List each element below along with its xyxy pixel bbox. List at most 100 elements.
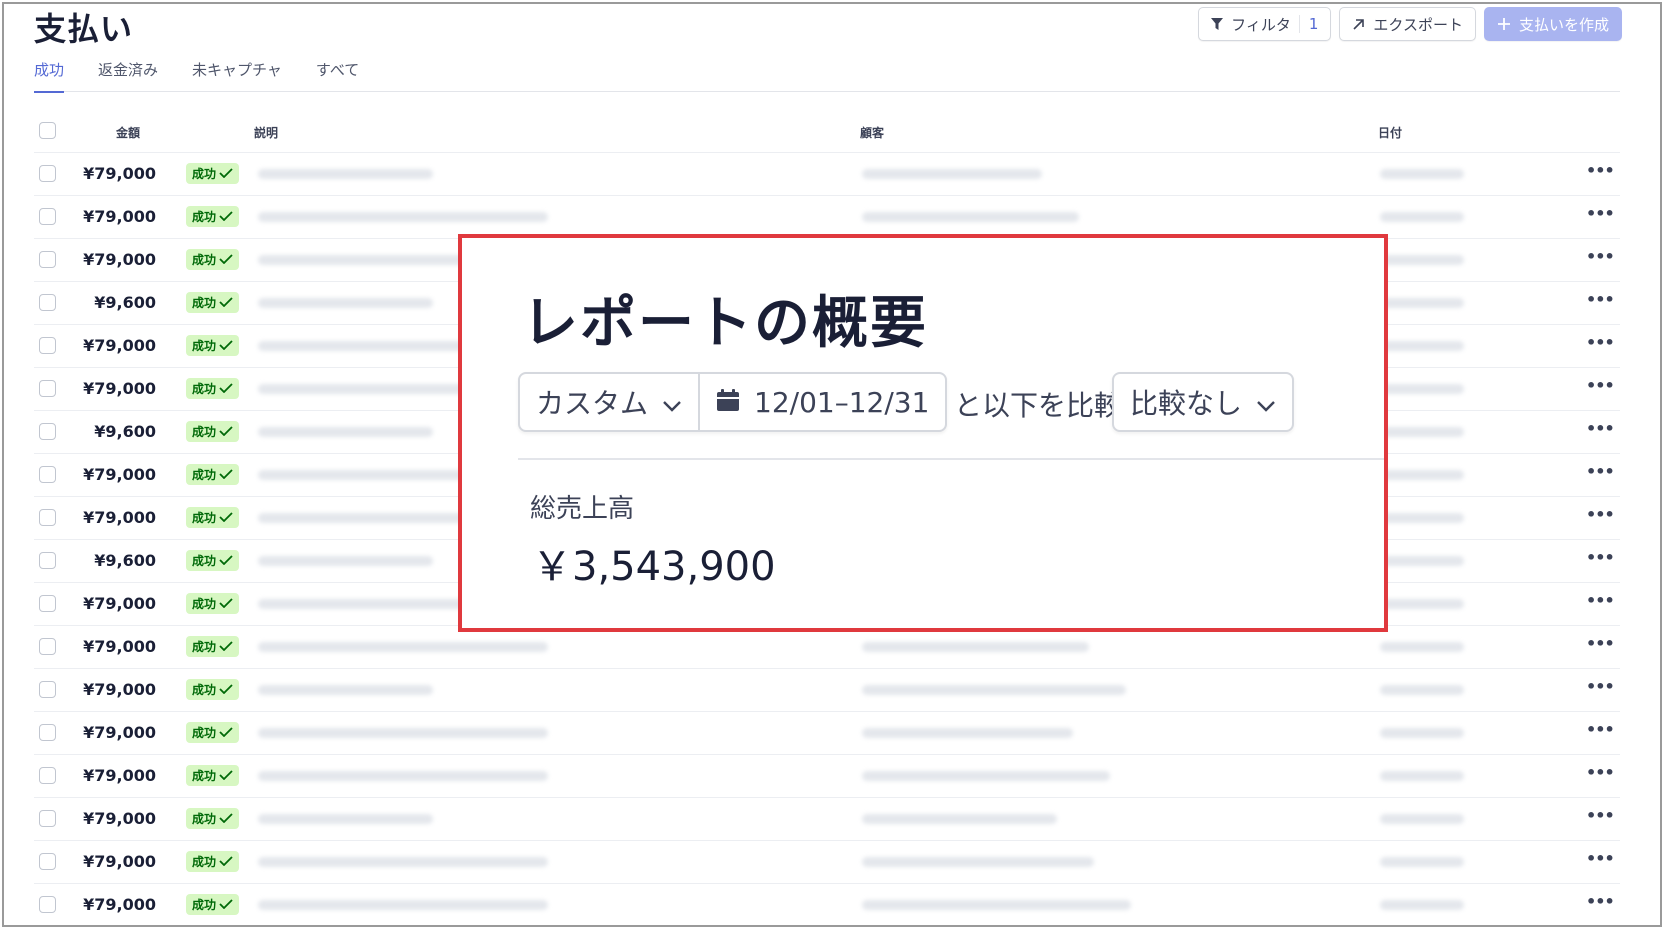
create-payment-button[interactable]: 支払いを作成 (1483, 7, 1622, 41)
row-more-icon[interactable]: ••• (1586, 462, 1615, 481)
tab-uncaptured[interactable]: 未キャプチャ (192, 58, 282, 92)
tab-succeeded[interactable]: 成功 (34, 58, 65, 93)
compare-dropdown-inner: 比較なし (1114, 374, 1292, 430)
row-more-icon[interactable]: ••• (1586, 591, 1615, 610)
row-more-icon[interactable]: ••• (1586, 849, 1615, 868)
date-redacted (1380, 255, 1464, 265)
select-all-checkbox[interactable] (39, 122, 56, 139)
description-redacted (258, 298, 433, 308)
row-checkbox[interactable] (39, 337, 56, 354)
row-checkbox[interactable] (39, 681, 56, 698)
row-checkbox[interactable] (39, 638, 56, 655)
status-label: 成功 (192, 812, 217, 826)
status-label: 成功 (192, 597, 217, 611)
table-row[interactable]: ¥79,000 成功 ••• (34, 711, 1620, 754)
table-row[interactable]: ¥79,000 成功 ••• (34, 195, 1620, 238)
row-more-icon[interactable]: ••• (1586, 419, 1615, 438)
row-more-icon[interactable]: ••• (1586, 290, 1615, 309)
row-checkbox[interactable] (39, 423, 56, 440)
filter-button[interactable]: フィルタ 1 (1198, 7, 1332, 41)
row-checkbox[interactable] (39, 466, 56, 483)
table-row[interactable]: ¥79,000 成功 ••• (34, 883, 1620, 925)
status-label: 成功 (192, 855, 217, 869)
row-checkbox[interactable] (39, 380, 56, 397)
table-header: 金額 説明 顧客 日付 (34, 112, 1620, 152)
row-checkbox[interactable] (39, 767, 56, 784)
export-button[interactable]: エクスポート (1339, 7, 1476, 41)
report-summary-panel: レポートの概要 カスタム 12/01–12/31 と以下を比較: 比較なし 総売… (458, 234, 1388, 632)
check-icon (219, 812, 233, 826)
tab-refunded[interactable]: 返金済み (98, 58, 158, 92)
status-badge: 成功 (186, 679, 240, 700)
row-more-icon[interactable]: ••• (1586, 806, 1615, 825)
check-icon (219, 726, 233, 740)
check-icon (219, 554, 233, 568)
check-icon (219, 382, 233, 396)
table-row[interactable]: ¥79,000 成功 ••• (34, 754, 1620, 797)
row-more-icon[interactable]: ••• (1586, 763, 1615, 782)
payment-amount: ¥79,000 (83, 895, 156, 914)
compare-dropdown[interactable]: 比較なし (1112, 372, 1295, 432)
row-checkbox[interactable] (39, 853, 56, 870)
table-row[interactable]: ¥79,000 成功 ••• (34, 668, 1620, 711)
row-checkbox[interactable] (39, 165, 56, 182)
row-more-icon[interactable]: ••• (1586, 634, 1615, 653)
chevron-down-icon (662, 386, 682, 419)
status-label: 成功 (192, 769, 217, 783)
status-badge: 成功 (186, 507, 240, 528)
app-frame: 支払い フィルタ 1 エクスポート 支払いを作成 成功 返金済み 未キャプチャ … (2, 2, 1662, 927)
row-checkbox[interactable] (39, 810, 56, 827)
filter-icon (1211, 17, 1224, 31)
status-label: 成功 (192, 726, 217, 740)
description-redacted (258, 771, 548, 781)
row-more-icon[interactable]: ••• (1586, 892, 1615, 911)
description-redacted (258, 857, 548, 867)
row-checkbox[interactable] (39, 724, 56, 741)
row-more-icon[interactable]: ••• (1586, 677, 1615, 696)
row-more-icon[interactable]: ••• (1586, 505, 1615, 524)
row-checkbox[interactable] (39, 509, 56, 526)
export-label: エクスポート (1373, 15, 1463, 34)
filter-count: 1 (1298, 15, 1318, 33)
table-row[interactable]: ¥79,000 成功 ••• (34, 152, 1620, 195)
status-label: 成功 (192, 898, 217, 912)
range-preset-dropdown[interactable]: カスタム (520, 374, 698, 430)
check-icon (219, 253, 233, 267)
column-header-description: 説明 (254, 126, 279, 140)
row-checkbox[interactable] (39, 208, 56, 225)
calendar-icon (716, 386, 740, 419)
table-row[interactable]: ¥79,000 成功 ••• (34, 840, 1620, 883)
row-more-icon[interactable]: ••• (1586, 204, 1615, 223)
row-more-icon[interactable]: ••• (1586, 548, 1615, 567)
payment-amount: ¥9,600 (94, 293, 156, 312)
status-badge: 成功 (186, 163, 240, 184)
status-badge: 成功 (186, 292, 240, 313)
row-checkbox[interactable] (39, 251, 56, 268)
range-preset-label: カスタム (536, 387, 649, 420)
row-more-icon[interactable]: ••• (1586, 333, 1615, 352)
description-redacted (258, 728, 548, 738)
row-more-icon[interactable]: ••• (1586, 161, 1615, 180)
status-label: 成功 (192, 554, 217, 568)
compare-value: 比較なし (1130, 387, 1243, 420)
date-redacted (1380, 642, 1464, 652)
date-range-picker[interactable]: 12/01–12/31 (698, 374, 945, 430)
table-row[interactable]: ¥79,000 成功 ••• (34, 797, 1620, 840)
check-icon (219, 640, 233, 654)
description-redacted (258, 642, 548, 652)
row-more-icon[interactable]: ••• (1586, 247, 1615, 266)
date-range-value: 12/01–12/31 (754, 385, 930, 419)
customer-redacted (862, 642, 1089, 652)
date-redacted (1380, 814, 1464, 824)
status-badge: 成功 (186, 249, 240, 270)
status-label: 成功 (192, 382, 217, 396)
row-checkbox[interactable] (39, 896, 56, 913)
status-badge: 成功 (186, 722, 240, 743)
report-divider (518, 458, 1384, 460)
row-more-icon[interactable]: ••• (1586, 376, 1615, 395)
row-checkbox[interactable] (39, 552, 56, 569)
row-more-icon[interactable]: ••• (1586, 720, 1615, 739)
row-checkbox[interactable] (39, 595, 56, 612)
tab-all[interactable]: すべて (316, 58, 359, 92)
row-checkbox[interactable] (39, 294, 56, 311)
